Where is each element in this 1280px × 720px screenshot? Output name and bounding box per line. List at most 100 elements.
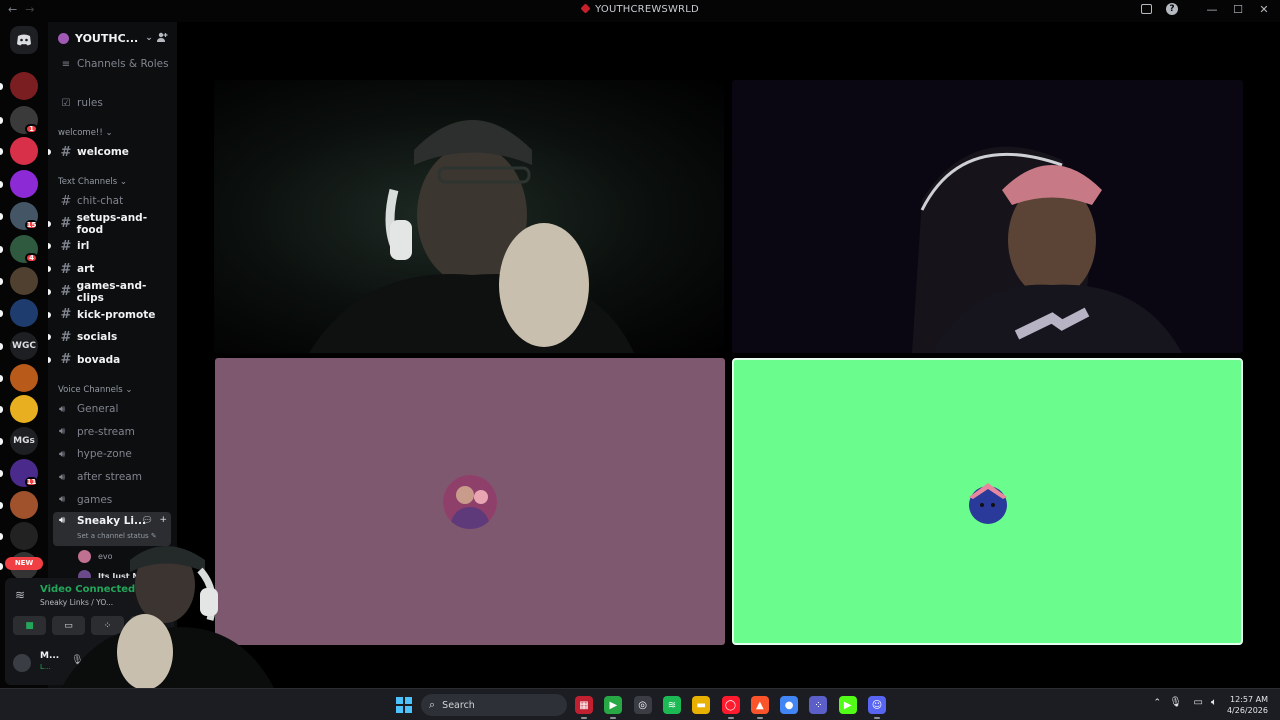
server-icon[interactable]: WGC (10, 332, 38, 360)
unread-pip (0, 375, 3, 382)
channel-item[interactable]: # games-and-clips (53, 280, 171, 304)
avatar (961, 475, 1015, 529)
channel-label: irl (77, 240, 90, 253)
inbox-icon[interactable] (1141, 4, 1152, 14)
unread-pip (0, 406, 3, 413)
chevron-up-icon[interactable]: ⌃ (1153, 698, 1161, 708)
chat-icon[interactable]: 💬︎ (142, 516, 153, 526)
unread-pip (0, 310, 3, 317)
video-tile-camera-2[interactable] (732, 80, 1243, 353)
mention-badge: 15 (25, 220, 38, 230)
channel-rules[interactable]: ☑ rules (53, 93, 171, 113)
channel-item[interactable]: # art (53, 259, 171, 279)
hash-icon: # (60, 144, 72, 160)
category-voice-channels[interactable]: Voice Channels ⌄ (58, 385, 132, 395)
opera-icon[interactable]: ◯ (721, 696, 740, 714)
server-initials: WGC (12, 341, 36, 351)
channel-item[interactable]: # socials (53, 327, 171, 347)
channel-label: kick-promote (77, 308, 156, 321)
voice-channel-item[interactable]: 🔊︎ General (53, 399, 171, 419)
unread-indicator (48, 334, 51, 341)
running-indicator (610, 717, 617, 719)
play-icon[interactable]: ▶ (604, 696, 623, 714)
mention-badge: 4 (25, 253, 38, 263)
taskbar: ⌕ Search ▦ ▶ ◎ ≋ ▬ ◯ ▲ ● ⁘ ▶ ☺ ⌃ 🎙︎ ▭ 🔈︎ 12:57 AM … (0, 688, 1280, 720)
server-icon[interactable] (10, 364, 38, 392)
video-tile-camera-1[interactable] (214, 80, 724, 353)
chrome-icon[interactable]: ● (780, 696, 799, 714)
running-indicator (756, 717, 763, 719)
spotify-icon[interactable]: ≋ (662, 696, 681, 714)
file-explorer-icon[interactable]: ▬ (692, 696, 711, 714)
obs-icon[interactable]: ◎ (633, 696, 652, 714)
channel-item[interactable]: # chit-chat (53, 191, 171, 211)
windows-start-icon[interactable] (396, 697, 412, 713)
video-tile-avatar-2[interactable] (732, 358, 1243, 645)
minimize-icon[interactable]: — (1206, 3, 1218, 16)
channel-item[interactable]: # setups-and-food (53, 212, 171, 236)
server-icon[interactable] (10, 170, 38, 198)
voice-channel-label: hype-zone (77, 448, 132, 461)
person-silhouette-icon (60, 546, 275, 690)
server-icon[interactable] (10, 137, 38, 165)
network-icon[interactable]: ▭ (1194, 697, 1203, 708)
hash-icon: # (60, 238, 72, 254)
add-user-icon[interactable] (156, 31, 168, 46)
voice-channel-label: games (77, 493, 113, 506)
voice-channel-item[interactable]: 🔊︎ games (53, 490, 171, 510)
channel-item[interactable]: # kick-promote (53, 305, 171, 325)
video-tile-avatar-1[interactable] (215, 358, 725, 645)
server-icon[interactable] (10, 267, 38, 295)
close-icon[interactable]: ✕ (1258, 3, 1270, 16)
channel-label: socials (77, 331, 118, 344)
channel-welcome[interactable]: # welcome (53, 142, 171, 162)
set-channel-status-label: Set a channel status (77, 532, 149, 540)
voice-channel-label: pre-stream (77, 425, 135, 438)
unread-pip (0, 148, 3, 155)
channel-item[interactable]: # bovada (53, 350, 171, 370)
avatar[interactable] (13, 654, 31, 672)
server-icon[interactable] (10, 522, 38, 550)
invite-icon[interactable]: + (159, 515, 167, 525)
server-icon[interactable] (10, 491, 38, 519)
help-icon[interactable]: ? (1166, 3, 1178, 15)
voice-channel-item[interactable]: 🔊︎ after stream (53, 467, 171, 487)
new-badge[interactable]: NEW (5, 557, 43, 570)
unread-indicator (48, 356, 51, 363)
discord-icon[interactable]: ☺ (868, 696, 886, 714)
channels-roles-item[interactable]: ≡ Channels & Roles (53, 54, 171, 74)
person-silhouette-icon (309, 120, 634, 353)
server-icon[interactable] (10, 72, 38, 100)
mention-badge: 11 (25, 477, 38, 487)
channel-label: bovada (77, 353, 121, 366)
running-indicator (727, 717, 734, 719)
channel-label: art (77, 263, 95, 276)
app-icon[interactable]: ▦ (575, 696, 593, 714)
taskbar-search[interactable]: ⌕ Search (421, 694, 567, 716)
brave-icon[interactable]: ▲ (750, 696, 769, 714)
maximize-icon[interactable]: ☐ (1232, 3, 1244, 16)
kick-icon[interactable]: ▶ (838, 696, 857, 714)
server-icon[interactable] (10, 395, 38, 423)
person-silhouette-icon (732, 80, 1243, 353)
category-text-channels[interactable]: Text Channels ⌄ (58, 177, 127, 187)
volume-icon[interactable]: 🔈︎ (1211, 697, 1217, 708)
set-channel-status[interactable]: Set a channel status ✎ (77, 532, 157, 540)
voice-channel-label: after stream (77, 471, 142, 484)
server-header[interactable]: YOUTHC... ⌄ (48, 22, 177, 54)
mention-badge: 1 (25, 124, 38, 134)
channel-label: chit-chat (77, 195, 124, 207)
grid-app-icon[interactable]: ⁘ (809, 696, 828, 714)
voice-channel-item[interactable]: 🔊︎ pre-stream (53, 422, 171, 442)
category-welcome[interactable]: welcome!! ⌄ (58, 128, 113, 138)
microphone-icon[interactable]: 🎙︎ (1169, 697, 1182, 708)
voice-channel-item[interactable]: 🔊︎ hype-zone (53, 444, 171, 464)
server-icon[interactable]: MGs (10, 427, 38, 455)
unread-pip (0, 117, 3, 124)
chevron-down-icon: ⌄ (145, 33, 153, 43)
discord-home-icon[interactable] (10, 26, 38, 54)
signal-icon[interactable]: ≋ (15, 588, 25, 602)
server-icon[interactable] (10, 299, 38, 327)
clock[interactable]: 12:57 AM 4/26/2026 (1227, 694, 1268, 716)
channel-item[interactable]: # irl (53, 236, 171, 256)
